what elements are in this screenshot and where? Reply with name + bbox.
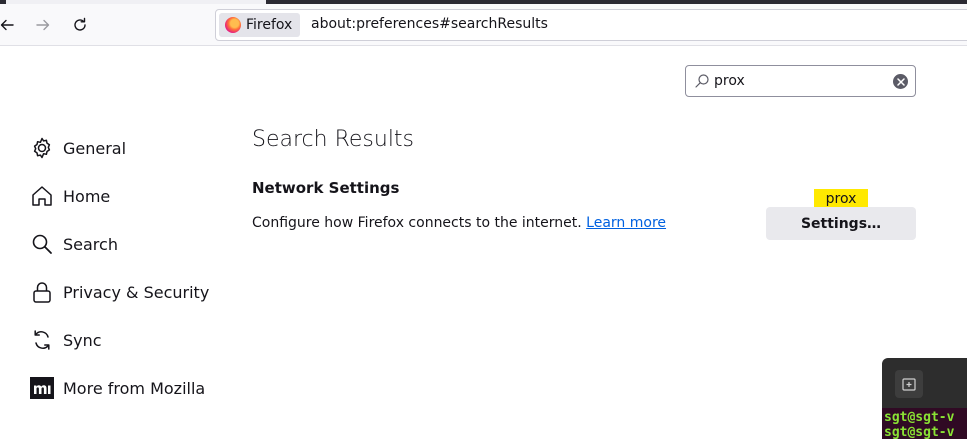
identity-box[interactable]: Firefox <box>219 13 301 37</box>
section-title-network: Network Settings <box>252 179 400 197</box>
page-title: Search Results <box>252 127 415 152</box>
sidebar-item-label: Privacy & Security <box>63 282 210 302</box>
sidebar-item-label: Sync <box>63 330 102 350</box>
reload-icon <box>74 17 86 31</box>
mozilla-icon <box>30 376 54 400</box>
sidebar-item-mozilla[interactable]: More from Mozilla <box>30 364 230 412</box>
url-text[interactable]: about:preferences#searchResults <box>311 16 548 32</box>
back-arrow-icon <box>0 19 14 31</box>
search-icon <box>30 232 54 256</box>
network-settings-button[interactable]: Settings… <box>766 207 916 240</box>
network-description: Configure how Firefox connects to the in… <box>252 215 666 231</box>
new-tab-button[interactable] <box>895 370 923 398</box>
sidebar-item-search[interactable]: Search <box>30 220 230 268</box>
clear-search-button[interactable] <box>893 74 908 89</box>
gear-icon <box>30 136 54 160</box>
sidebar-item-sync[interactable]: Sync <box>30 316 230 364</box>
category-sidebar: General Home Search Privacy & Security S… <box>30 124 230 412</box>
lock-icon <box>30 280 54 304</box>
home-icon <box>30 184 54 208</box>
sidebar-item-label: More from Mozilla <box>63 378 206 398</box>
back-button[interactable] <box>0 12 20 38</box>
sidebar-item-label: Search <box>63 234 118 254</box>
network-description-text: Configure how Firefox connects to the in… <box>252 215 582 231</box>
search-icon <box>695 74 709 88</box>
forward-arrow-icon <box>36 19 50 31</box>
terminal-line: sgt@sgt-v <box>884 410 955 425</box>
sidebar-item-home[interactable]: Home <box>30 172 230 220</box>
identity-label: Firefox <box>246 17 293 33</box>
navigation-toolbar: Firefox about:preferences#searchResults <box>0 4 967 46</box>
close-icon <box>896 77 905 86</box>
search-highlight-badge: prox <box>814 189 868 214</box>
new-tab-icon <box>902 378 916 391</box>
url-bar[interactable]: Firefox about:preferences#searchResults <box>215 9 967 41</box>
sidebar-item-privacy[interactable]: Privacy & Security <box>30 268 230 316</box>
terminal-window[interactable]: sgt@sgt-v sgt@sgt-v <box>882 358 967 439</box>
learn-more-link[interactable]: Learn more <box>586 215 666 231</box>
sync-icon <box>30 328 54 352</box>
reload-button[interactable] <box>67 12 93 38</box>
search-input[interactable] <box>714 71 884 91</box>
firefox-logo-icon <box>225 17 241 33</box>
sidebar-item-general[interactable]: General <box>30 124 230 172</box>
terminal-line: sgt@sgt-v <box>884 425 955 439</box>
forward-button[interactable] <box>30 12 56 38</box>
sidebar-item-label: General <box>63 138 127 158</box>
terminal-body[interactable]: sgt@sgt-v sgt@sgt-v <box>882 408 967 439</box>
preferences-search-box[interactable] <box>685 65 916 97</box>
sidebar-item-label: Home <box>63 186 111 206</box>
